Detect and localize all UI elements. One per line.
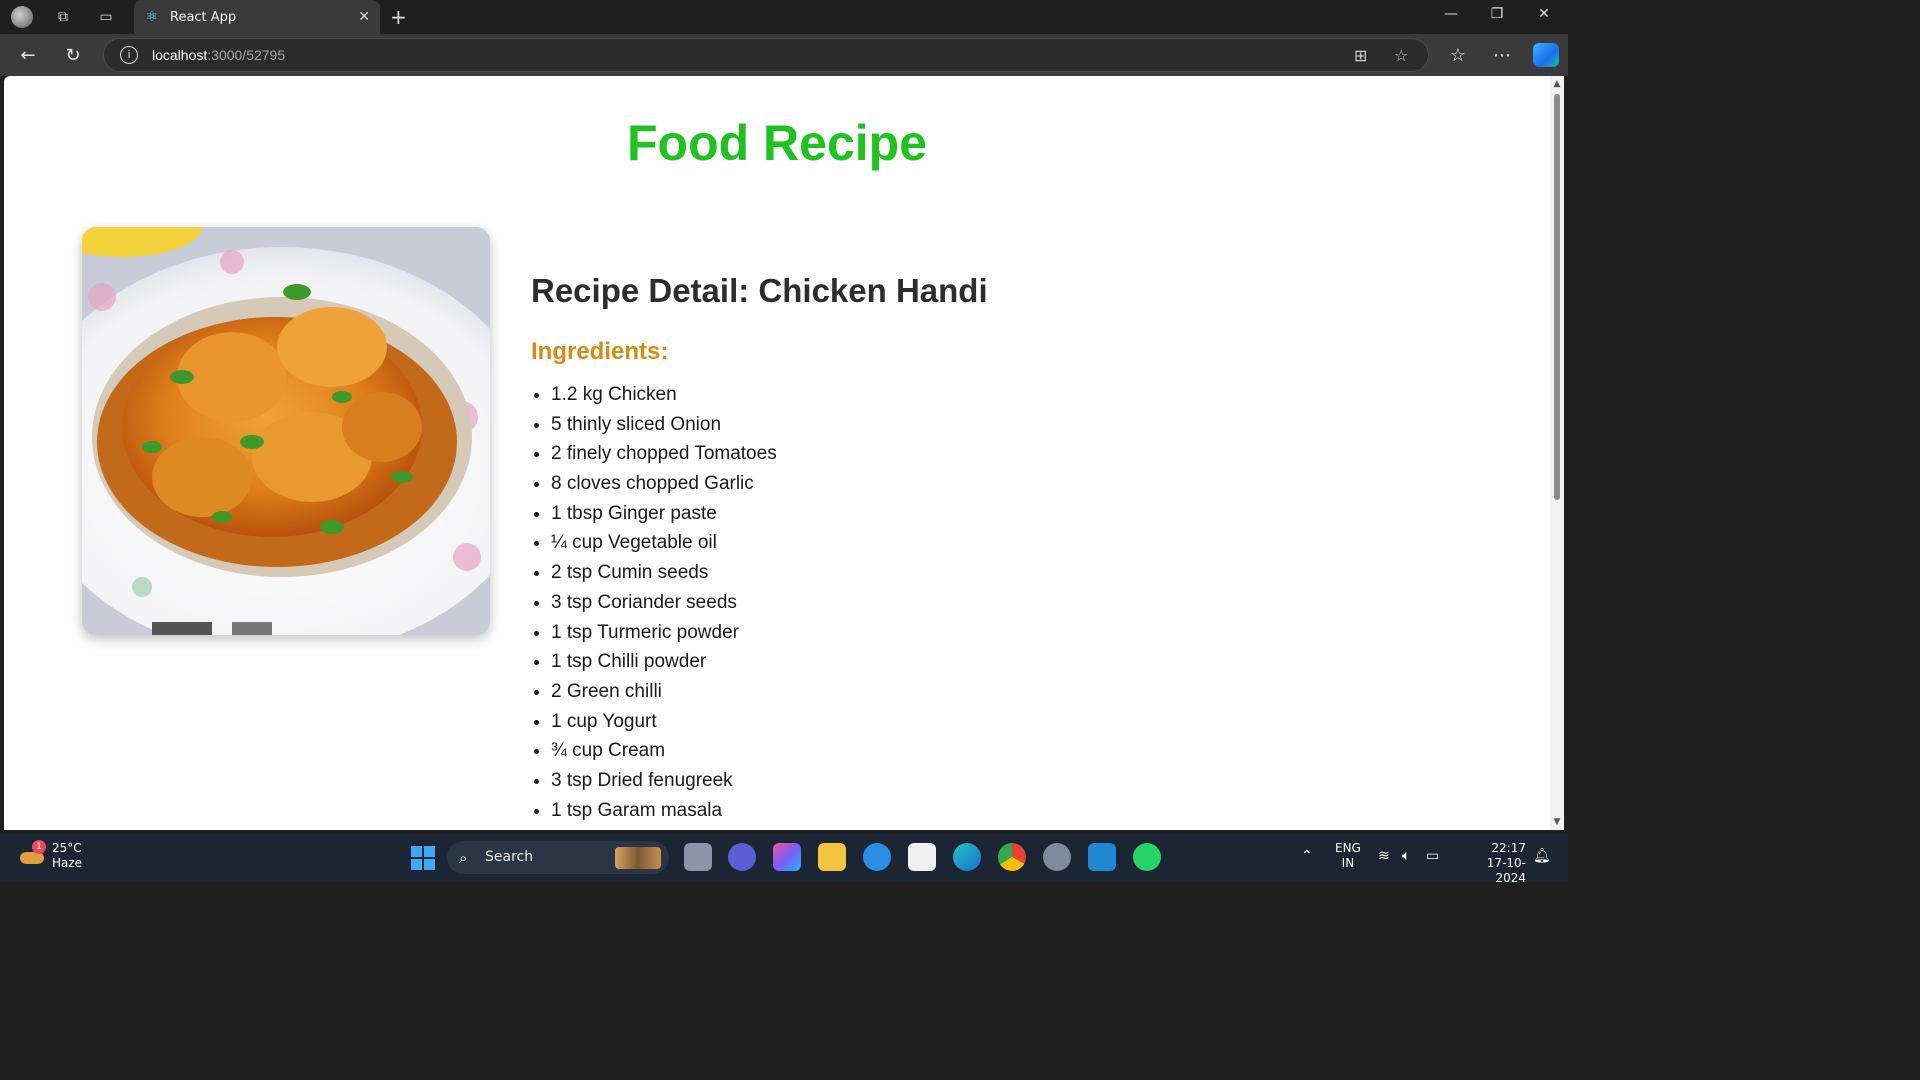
more-menu-icon[interactable]: ⋯ [1490, 43, 1514, 67]
region-code: IN [1341, 856, 1355, 870]
react-logo-icon: ⚛ [145, 9, 159, 25]
list-item: 2 tsp Cumin seeds [551, 558, 988, 588]
close-window-button[interactable]: ✕ [1529, 6, 1559, 22]
back-button[interactable]: ← [16, 43, 40, 67]
minimize-button[interactable]: — [1436, 6, 1466, 22]
chrome-icon[interactable] [998, 843, 1026, 871]
tab-react-app[interactable]: ⚛ React App ✕ [134, 0, 380, 34]
task-view-icon[interactable] [684, 843, 712, 871]
weather-temperature: 25°C [52, 841, 82, 855]
scroll-up-arrow-icon[interactable]: ▲ [1552, 79, 1562, 89]
clock-time: 22:17 [1491, 841, 1526, 855]
page-scrollbar[interactable]: ▲ ▼ [1550, 76, 1564, 830]
windows-taskbar: 1 25°C Haze ⌕ Search ⌃ ENG IN ≋ 🔈︎ ▭ 22:… [0, 833, 1568, 885]
url-host: localhost [152, 47, 208, 63]
list-item: 2 Green chilli [551, 677, 988, 707]
meet-icon[interactable] [728, 843, 756, 871]
list-item: 1 cup Yogurt [551, 707, 988, 737]
recipe-image [82, 227, 490, 635]
battery-icon[interactable]: ▭ [1426, 848, 1439, 864]
browser-toolbar: ← ↻ i localhost:3000/52795 ⊞ ☆ ☆ ⋯ [0, 34, 1568, 76]
list-item: 5 thinly sliced Onion [551, 410, 988, 440]
vscode-icon[interactable] [1088, 843, 1116, 871]
search-icon: ⌕ [459, 849, 468, 867]
copilot-icon[interactable] [1533, 43, 1559, 67]
site-info-icon[interactable]: i [120, 46, 138, 64]
clock-date: 17-10-2024 [1486, 856, 1526, 885]
restore-button[interactable]: ❐ [1482, 6, 1512, 22]
close-tab-icon[interactable]: ✕ [358, 9, 370, 25]
vertical-tabs-icon[interactable]: ▭ [95, 6, 117, 28]
avatar [11, 6, 33, 28]
search-highlight-image [615, 847, 661, 869]
page-title: Food Recipe [626, 115, 928, 171]
list-item: 1 tsp Garam masala [551, 796, 988, 826]
weather-description: Haze [52, 856, 83, 870]
clock[interactable]: 22:17 17-10-2024 [1460, 841, 1526, 886]
language-indicator[interactable]: ENG IN [1335, 841, 1361, 871]
scrollbar-thumb[interactable] [1554, 94, 1560, 500]
list-item: 1 tbsp Ginger paste [551, 499, 988, 529]
file-explorer-icon[interactable] [818, 843, 846, 871]
scroll-down-arrow-icon[interactable]: ▼ [1552, 817, 1562, 827]
profile-avatar-icon[interactable] [11, 6, 33, 28]
haze-weather-icon: 1 [18, 840, 46, 870]
recipe-detail-title: Recipe Detail: Chicken Handi [531, 272, 988, 309]
page-viewport: Food Recipe Recipe Detail: Chicken Handi… [4, 76, 1550, 830]
list-item: ¼ cup Vegetable oil [551, 528, 988, 558]
list-item: 1 tsp Turmeric powder [551, 618, 988, 648]
notification-bell-icon[interactable]: 🔔︎ [1533, 848, 1551, 864]
start-button[interactable] [411, 846, 435, 870]
tab-title: React App [170, 9, 237, 25]
browser-title-bar: ⧉ ▭ ⚛ React App ✕ + — ❐ ✕ [0, 0, 1568, 34]
list-item: ¾ cup Cream [551, 736, 988, 766]
list-item: 1.2 kg Chicken [551, 380, 988, 410]
weather-widget[interactable]: 1 25°C Haze [18, 840, 83, 871]
favorites-icon[interactable]: ☆ [1446, 43, 1470, 67]
help-icon[interactable] [863, 843, 891, 871]
list-item: 1 tsp Chilli powder [551, 647, 988, 677]
windows-logo-pane [411, 846, 422, 857]
refresh-button[interactable]: ↻ [61, 43, 85, 67]
favorite-star-icon[interactable]: ☆ [1394, 46, 1408, 65]
url-port-path: :3000/52795 [207, 47, 286, 63]
new-tab-button[interactable]: + [390, 5, 407, 29]
app-available-icon[interactable]: ⊞ [1354, 46, 1367, 65]
language-code: ENG [1335, 841, 1361, 855]
wifi-icon[interactable]: ≋ [1378, 848, 1390, 864]
volume-icon[interactable]: 🔈︎ [1402, 848, 1410, 864]
taskbar-search[interactable]: ⌕ Search [447, 841, 669, 874]
list-item: 3 tsp Coriander seeds [551, 588, 988, 618]
chicken-handi-photo [82, 227, 490, 635]
notification-badge: 1 [32, 840, 46, 854]
edge-icon[interactable] [953, 843, 981, 871]
windows-logo-pane [424, 846, 435, 857]
copilot-app-icon[interactable] [773, 843, 801, 871]
chevron-up-icon[interactable]: ⌃ [1301, 848, 1313, 864]
store-icon[interactable] [908, 843, 936, 871]
settings-gear-icon[interactable] [1043, 843, 1071, 871]
search-label: Search [485, 849, 534, 865]
windows-logo-pane [411, 859, 422, 870]
list-item: 2 finely chopped Tomatoes [551, 439, 988, 469]
list-item: 8 cloves chopped Garlic [551, 469, 988, 499]
workspaces-icon[interactable]: ⧉ [52, 6, 74, 28]
url-text[interactable]: localhost:3000/52795 [152, 47, 285, 63]
ingredients-heading: Ingredients: [531, 338, 669, 365]
list-item: 3 tsp Dried fenugreek [551, 766, 988, 796]
recipe-detail: Recipe Detail: Chicken Handi Ingredients… [531, 272, 988, 825]
whatsapp-icon[interactable] [1133, 843, 1161, 871]
ingredients-list: 1.2 kg Chicken 5 thinly sliced Onion 2 f… [531, 380, 988, 825]
windows-logo-pane [424, 859, 435, 870]
address-bar[interactable]: i localhost:3000/52795 ⊞ ☆ [103, 38, 1429, 72]
